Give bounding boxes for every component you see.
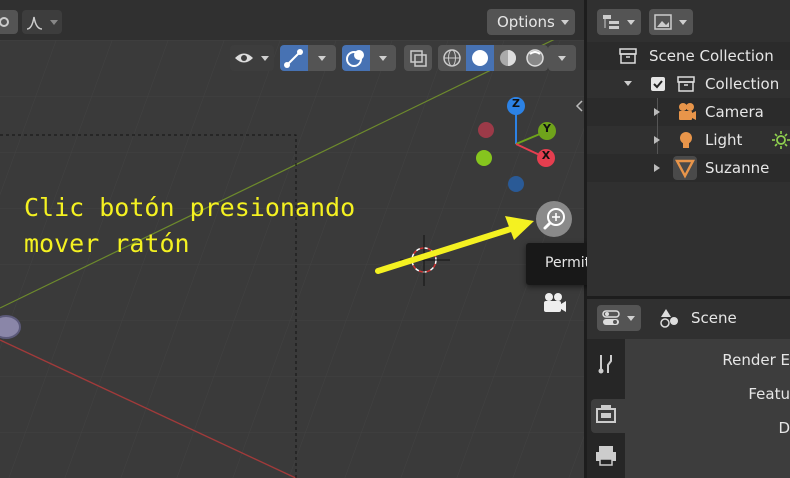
editor-type-dropdown[interactable] <box>597 9 641 35</box>
scene-icon <box>660 309 678 328</box>
gizmo-dropdown[interactable] <box>308 45 336 71</box>
tab-tool[interactable] <box>591 349 621 379</box>
outliner-row-light[interactable]: Light <box>587 126 790 154</box>
material-sphere-icon <box>500 50 516 66</box>
mesh-icon <box>675 159 695 179</box>
neg-x-axis-ball <box>478 122 494 138</box>
camera-object-icon <box>679 103 696 120</box>
render-icon <box>596 405 616 423</box>
shading-options-dropdown[interactable] <box>548 45 576 71</box>
zoom-icon <box>543 208 565 230</box>
checkmark-icon <box>653 80 663 89</box>
viewport-header: Options <box>0 0 584 40</box>
wireframe-sphere-icon <box>443 49 461 67</box>
neg-z-axis-ball <box>508 176 524 192</box>
options-label: Options <box>497 13 555 31</box>
zoom-view-button[interactable] <box>536 201 572 237</box>
outliner-icon <box>603 15 619 29</box>
properties-tabs <box>587 339 625 478</box>
camera-view-button[interactable] <box>538 288 570 320</box>
chevron-left-icon <box>575 100 583 112</box>
collection-label: Collection <box>705 75 780 93</box>
device-label: D <box>778 419 790 437</box>
x-axis-label: X <box>541 149 551 162</box>
outliner-row-suzanne[interactable]: Suzanne <box>587 154 790 182</box>
overlays-dropdown[interactable] <box>370 45 396 71</box>
camera-label: Camera <box>705 103 764 121</box>
rendered-sphere-icon <box>526 49 544 67</box>
snap-button[interactable] <box>0 10 18 34</box>
collection-box-icon <box>677 76 695 92</box>
collection-checkbox[interactable] <box>651 77 665 91</box>
annotation-line-2: mover ratón <box>24 229 190 258</box>
suzanne-label: Suzanne <box>705 159 770 177</box>
scene-collection-label: Scene Collection <box>649 47 774 65</box>
chevron-down-icon <box>679 20 687 25</box>
outliner-row-scene-collection[interactable]: Scene Collection <box>587 42 790 70</box>
annotation-text: Clic botón presionando mover ratón <box>24 190 355 262</box>
light-bulb-icon <box>680 132 692 148</box>
suzanne-mesh <box>0 315 21 339</box>
tab-output[interactable] <box>591 441 621 471</box>
expand-arrow-icon[interactable] <box>653 135 661 145</box>
chevron-down-icon <box>379 56 387 61</box>
expand-arrow-icon[interactable] <box>653 163 661 173</box>
3d-viewport[interactable]: Clic botón presionando mover ratón Z Y X <box>0 0 584 478</box>
sidebar-toggle[interactable] <box>574 98 584 114</box>
eye-icon <box>235 53 253 63</box>
image-icon <box>654 14 672 30</box>
outliner-row-collection[interactable]: Collection <box>587 70 790 98</box>
outliner-row-camera[interactable]: Camera <box>587 98 790 182</box>
light-label: Light <box>705 131 743 149</box>
tab-render[interactable] <box>591 399 625 433</box>
chevron-down-icon <box>318 56 326 61</box>
chevron-down-icon <box>50 20 58 25</box>
wireframe-shading-button[interactable] <box>438 45 466 71</box>
sun-data-icon <box>772 131 790 149</box>
xray-toggle-button[interactable] <box>404 45 432 71</box>
xray-icon <box>410 50 427 67</box>
gizmo-icon <box>284 49 303 68</box>
outliner-panel: Scene Collection Collection Camera Light… <box>587 0 790 296</box>
neg-y-axis-ball <box>476 150 492 166</box>
tool-icon <box>598 355 612 374</box>
camera-icon <box>544 293 566 312</box>
printer-icon <box>596 446 616 466</box>
render-properties-content: Render E Featu D <box>625 339 790 478</box>
expand-arrow-icon[interactable] <box>653 107 661 117</box>
gizmo-toggle-button[interactable] <box>280 45 308 71</box>
annotation-line-1: Clic botón presionando <box>24 193 356 222</box>
snap-icon <box>0 17 9 27</box>
overlays-toggle-button[interactable] <box>342 45 370 71</box>
material-shading-button[interactable] <box>494 45 522 71</box>
properties-panel: Scene Render E Featu D <box>587 299 790 478</box>
display-mode-dropdown[interactable] <box>649 9 693 35</box>
proportional-curve-icon <box>26 16 43 30</box>
expand-arrow-icon[interactable] <box>624 81 632 86</box>
proportional-editing-dropdown[interactable] <box>22 10 62 34</box>
options-dropdown[interactable]: Options <box>487 9 575 35</box>
properties-toggle-icon <box>602 310 620 325</box>
chevron-down-icon <box>627 316 635 321</box>
render-engine-label: Render E <box>722 351 790 369</box>
y-axis-label: Y <box>543 122 551 135</box>
chevron-down-icon <box>558 56 566 61</box>
chevron-down-icon <box>627 20 635 25</box>
chevron-down-icon <box>261 56 269 61</box>
properties-editor-type-dropdown[interactable] <box>597 305 641 331</box>
rendered-shading-button[interactable] <box>522 45 548 71</box>
visibility-dropdown[interactable] <box>230 45 274 71</box>
solid-shading-button[interactable] <box>466 45 494 71</box>
collection-box-icon <box>619 48 637 64</box>
overlays-icon <box>346 50 364 67</box>
solid-sphere-icon <box>472 50 488 66</box>
chevron-down-icon <box>561 20 569 25</box>
scene-label: Scene <box>691 309 737 327</box>
mesh-object-icon-bg <box>673 156 697 180</box>
feature-set-label: Featu <box>748 385 790 403</box>
z-axis-label: Z <box>512 97 520 110</box>
